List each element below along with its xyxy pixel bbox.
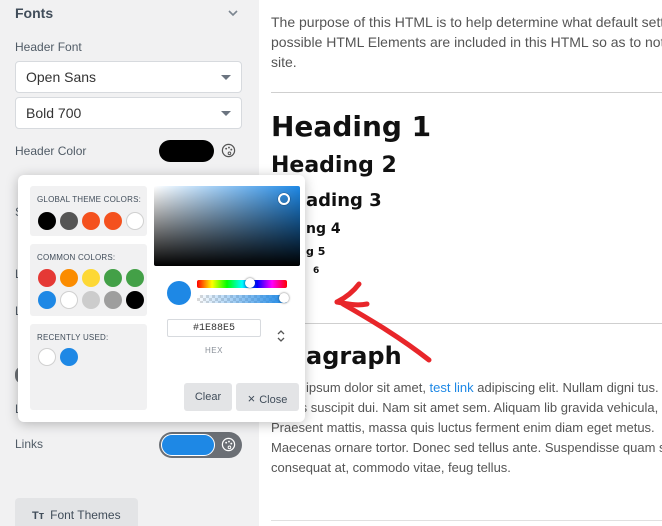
close-button[interactable]: × Close [236,383,299,411]
hue-slider[interactable] [197,278,287,288]
close-label: Close [259,394,288,406]
links-color-fill [161,434,215,456]
header-weight-select[interactable]: Bold 700 [15,97,242,129]
common-colors: COMMON COLORS: [30,244,147,316]
alpha-gradient [197,295,287,303]
palette-icon[interactable] [221,437,236,452]
common-color-swatch[interactable] [60,291,78,309]
header-color-label: Header Color [15,144,87,158]
preview-heading-5: g 5 [306,245,326,258]
preview-paragraph: ipsum dolor sit amet, test link adipisci… [271,378,662,478]
preview-intro-text: The purpose of this HTML is to help dete… [271,14,662,70]
font-themes-label: Font Themes [50,508,121,522]
annotation-arrow [334,281,432,363]
recent-color-swatch[interactable] [38,348,56,366]
preview-heading-6: 6 [313,266,320,276]
alpha-slider[interactable] [197,293,289,303]
global-theme-colors: GLOBAL THEME COLORS: [30,186,147,236]
global-theme-title: GLOBAL THEME COLORS: [37,195,142,204]
common-color-swatch[interactable] [60,269,78,287]
preview-heading-1: Heading 1 [271,110,432,143]
theme-color-swatch[interactable] [126,212,144,230]
divider [271,323,662,324]
header-font-select[interactable]: Open Sans [15,61,242,93]
preview-heading-3: ading 3 [306,190,382,211]
common-color-swatch[interactable] [126,291,144,309]
links-label: Links [15,437,44,451]
fonts-section-title: Fonts [15,5,54,21]
preview-heading-4: ng 4 [306,221,341,237]
caret-down-icon [221,75,231,80]
saturation-handle[interactable] [278,193,290,205]
common-color-swatch[interactable] [104,291,122,309]
common-color-swatch[interactable] [104,269,122,287]
header-color-fill [159,140,214,162]
recently-used-colors: RECENTLY USED: [30,324,147,410]
common-color-swatch[interactable] [126,269,144,287]
test-link[interactable]: test link [430,380,474,395]
header-font-value: Open Sans [26,69,97,85]
caret-down-icon [221,111,231,116]
font-themes-button[interactable]: Tт Font Themes [15,498,138,526]
common-color-swatch[interactable] [82,291,100,309]
editor-screen: Fonts Header Font Open Sans Bold 700 Hea… [0,0,662,526]
format-toggle-icon[interactable] [276,326,286,346]
divider [271,520,662,521]
theme-color-swatch[interactable] [60,212,78,230]
theme-color-swatch[interactable] [82,212,100,230]
current-color-preview [167,281,191,305]
divider [271,92,662,93]
common-color-swatch[interactable] [38,291,56,309]
hex-label: HEX [205,346,223,355]
recent-color-swatch[interactable] [60,348,78,366]
close-icon: × [247,391,256,406]
common-colors-title: COMMON COLORS: [37,253,116,262]
recently-used-title: RECENTLY USED: [37,333,109,342]
header-weight-value: Bold 700 [26,105,82,121]
chevron-down-icon[interactable] [226,6,240,20]
theme-color-swatch[interactable] [104,212,122,230]
saturation-brightness-area[interactable] [154,186,300,266]
alpha-slider-knob[interactable] [279,293,289,303]
hue-slider-knob[interactable] [245,278,255,288]
common-color-swatch[interactable] [38,269,56,287]
common-color-swatch[interactable] [82,269,100,287]
header-font-label: Header Font [15,40,82,54]
color-picker-popup: GLOBAL THEME COLORS: COMMON COLORS: RECE… [18,175,305,422]
font-themes-icon: Tт [32,510,45,522]
clear-button[interactable]: Clear [184,383,232,411]
links-color-swatch[interactable] [159,432,242,458]
hex-input[interactable]: #1E88E5 [167,319,261,337]
theme-color-swatch[interactable] [38,212,56,230]
header-color-swatch[interactable] [159,140,242,162]
paragraph-text-start: ipsum dolor sit amet, [306,380,430,395]
palette-icon[interactable] [221,143,236,158]
page-preview: The purpose of this HTML is to help dete… [259,0,662,526]
